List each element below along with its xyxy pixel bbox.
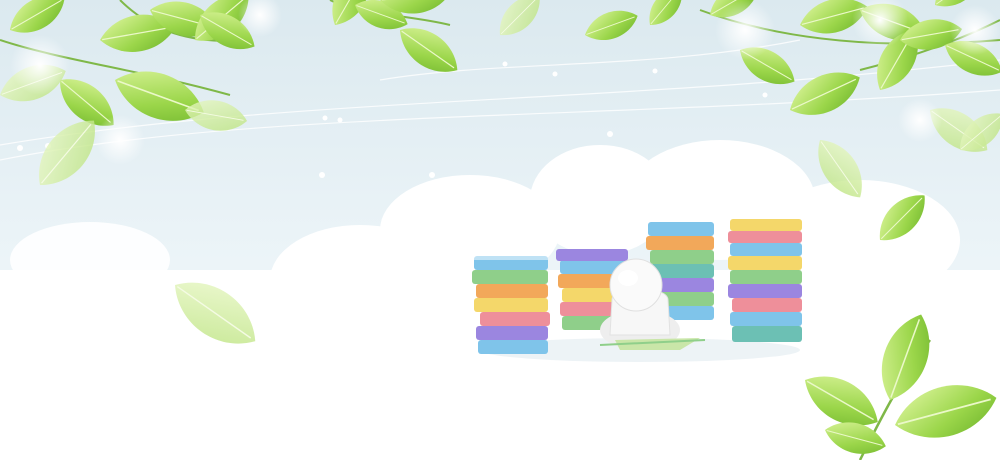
book-stack-4 <box>728 219 802 342</box>
illustration-scene <box>0 0 1000 460</box>
book-stack-1 <box>472 256 550 354</box>
scene-svg <box>0 0 1000 460</box>
